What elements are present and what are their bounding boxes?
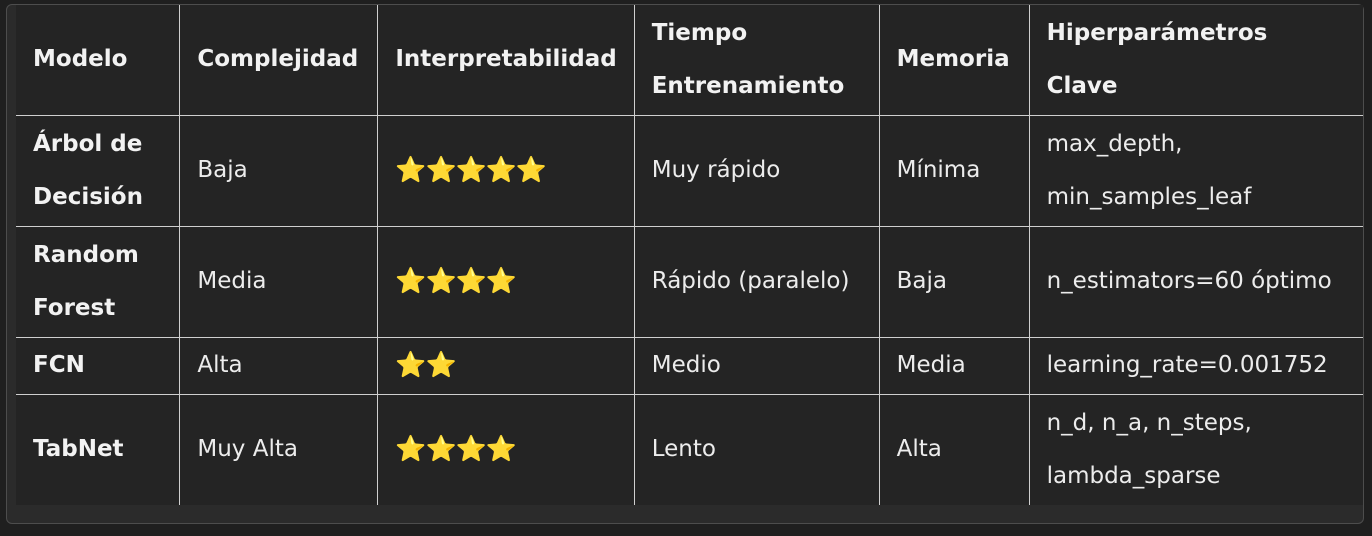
header-interpretabilidad: Interpretabilidad	[377, 5, 635, 116]
star-rating-icon: ⭐⭐	[395, 350, 456, 379]
table-row: TabNet Muy Alta ⭐⭐⭐⭐ Lento Alta n_d, n_a…	[16, 394, 1363, 505]
model-cell: FCN	[16, 337, 181, 395]
training-time-cell: Muy rápido	[634, 115, 880, 227]
table-row: FCN Alta ⭐⭐ Medio Media learning_rate=0.…	[16, 337, 1363, 395]
table-row: Random Forest Media ⭐⭐⭐⭐ Rápido (paralel…	[16, 226, 1363, 338]
header-hiperparametros: Hiperparámetros Clave	[1029, 5, 1363, 116]
interpretability-stars: ⭐⭐	[377, 337, 635, 395]
interpretability-stars: ⭐⭐⭐⭐	[377, 394, 635, 505]
complexity-cell: Muy Alta	[179, 394, 379, 505]
interpretability-stars: ⭐⭐⭐⭐	[377, 226, 635, 338]
hyperparameters-cell: n_d, n_a, n_steps, lambda_sparse	[1046, 409, 1252, 489]
star-rating-icon: ⭐⭐⭐⭐⭐	[395, 155, 547, 184]
star-rating-icon: ⭐⭐⭐⭐	[395, 434, 517, 464]
model-cell: TabNet	[16, 394, 181, 505]
hyperparameters-cell: n_estimators=60 óptimo	[1029, 226, 1363, 338]
header-row: Modelo Complejidad Interpretabilidad Tie…	[16, 5, 1363, 116]
comparison-table: Modelo Complejidad Interpretabilidad Tie…	[16, 5, 1363, 505]
model-cell: Árbol de Decisión	[16, 115, 181, 227]
memory-cell: Media	[879, 337, 1030, 395]
header-complejidad: Complejidad	[179, 5, 379, 116]
header-memoria: Memoria	[879, 5, 1030, 116]
header-modelo: Modelo	[16, 5, 181, 116]
table-row: Árbol de Decisión Baja ⭐⭐⭐⭐⭐ Muy rápido …	[16, 115, 1363, 227]
complexity-cell: Media	[179, 226, 379, 338]
hyperparameters-cell: max_depth, min_samples_leaf	[1029, 115, 1363, 227]
header-tiempo-entrenamiento: Tiempo Entrenamiento	[634, 5, 880, 116]
training-time-cell: Lento	[634, 394, 880, 505]
horizontal-scrollbar[interactable]	[16, 507, 1354, 523]
star-rating-icon: ⭐⭐⭐⭐	[395, 266, 517, 295]
table-container: Modelo Complejidad Interpretabilidad Tie…	[6, 4, 1364, 524]
memory-cell: Alta	[879, 394, 1030, 505]
memory-cell: Mínima	[879, 115, 1030, 227]
memory-cell: Baja	[879, 226, 1030, 338]
training-time-cell: Rápido (paralelo)	[634, 226, 880, 338]
complexity-cell: Alta	[179, 337, 379, 395]
model-cell: Random Forest	[16, 226, 181, 338]
hyperparameters-cell: learning_rate=0.001752	[1029, 337, 1363, 395]
complexity-cell: Baja	[179, 115, 379, 227]
interpretability-stars: ⭐⭐⭐⭐⭐	[377, 115, 635, 227]
training-time-cell: Medio	[634, 337, 880, 395]
